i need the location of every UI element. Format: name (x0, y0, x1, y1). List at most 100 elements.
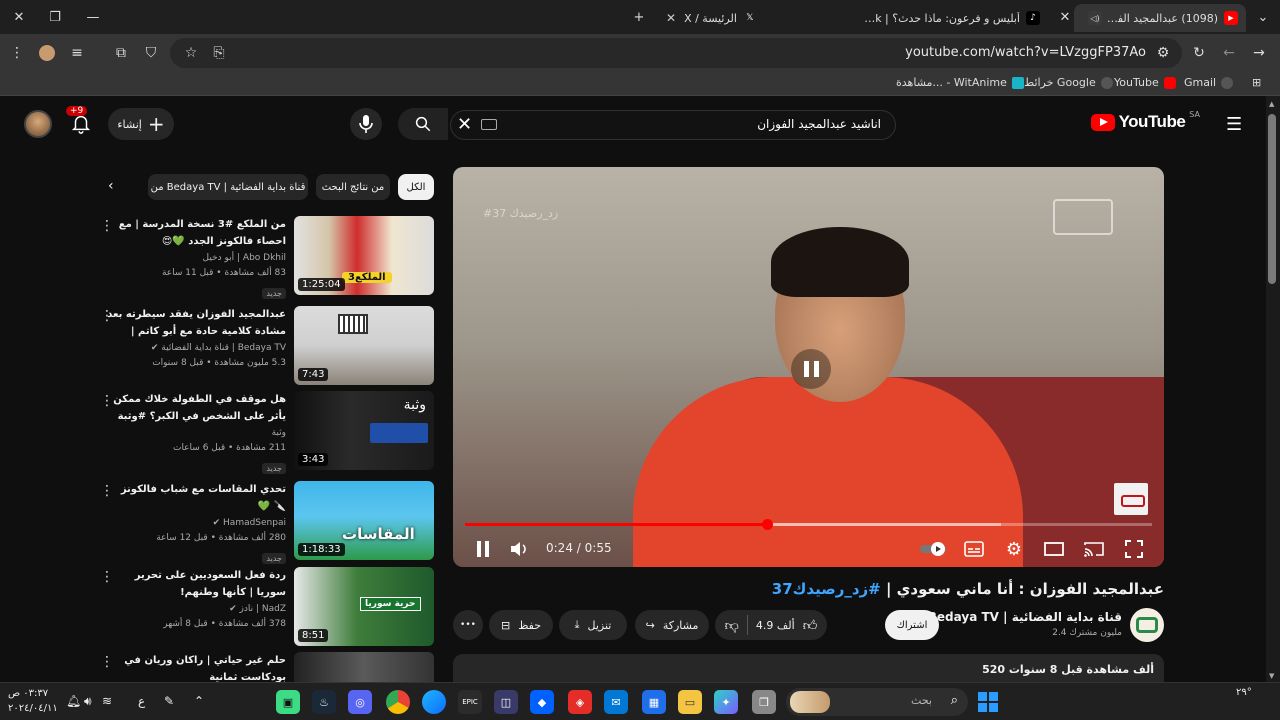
settings-button[interactable]: ⚙ (1001, 537, 1027, 561)
dislike-icon[interactable]: 👎︎ (725, 617, 739, 634)
download-button[interactable]: ⤓ تنزيل (559, 610, 627, 640)
site-settings-icon[interactable]: ⚙ (1152, 42, 1174, 64)
voice-search-button[interactable] (350, 108, 382, 140)
progress-bar[interactable] (465, 519, 1152, 530)
window-close-icon[interactable]: ✕ (0, 0, 38, 34)
window-minimize-icon[interactable]: — (74, 0, 112, 34)
center-pause-icon[interactable] (791, 349, 831, 389)
reading-list-icon[interactable]: ≡ (66, 42, 88, 64)
more-vert-icon[interactable]: ⋮ (100, 654, 114, 670)
outlook-icon[interactable]: ✉ (604, 690, 628, 714)
list-item[interactable]: الملكع3 1:25:04 من الملكع #3 نسخة المدرس… (96, 216, 436, 299)
language-indicator[interactable]: ع (138, 694, 145, 708)
video-thumbnail[interactable]: حرية سوريا 8:51 (294, 567, 434, 646)
list-item[interactable]: 7:43 عبدالمجيد الفوزان يفقد سيطرته بعد م… (96, 306, 436, 386)
browser-menu-icon[interactable]: ⋮ (6, 42, 28, 64)
video-thumbnail[interactable]: المقاسات 1:18:33 (294, 481, 434, 560)
discord-icon[interactable]: ◎ (348, 690, 372, 714)
more-vert-icon[interactable]: ⋮ (100, 393, 114, 409)
audio-playing-icon[interactable]: ◁) (1088, 11, 1102, 25)
more-vert-icon[interactable]: ⋮ (100, 308, 114, 324)
forward-arrow-icon[interactable]: ← (1218, 42, 1240, 64)
tab-tiktok[interactable]: أبليس و فرعون: ماذا حدث؟ | TikTok ♪ (852, 4, 1048, 32)
windows-start-icon[interactable] (976, 690, 1000, 714)
system-clock[interactable]: ٠٣:٣٧ ص ٢٠٢٤/٠٤/١١ (8, 686, 58, 716)
autoplay-toggle[interactable] (919, 537, 949, 561)
more-actions-button[interactable]: ••• (453, 610, 483, 640)
edge-icon[interactable] (422, 690, 446, 714)
more-vert-icon[interactable]: ⋮ (100, 483, 114, 499)
notification-icon[interactable]: 🔔︎ (66, 694, 81, 708)
window-restore-icon[interactable]: ❐ (36, 0, 74, 34)
red-app-icon[interactable]: ◈ (568, 690, 592, 714)
channel-name[interactable]: قناة بداية الفضائية | Bedaya TV ✔ (914, 610, 1122, 624)
theater-mode-button[interactable] (1041, 537, 1067, 561)
pause-button[interactable] (470, 537, 496, 561)
copilot-icon[interactable]: ✦ (714, 690, 738, 714)
subtitles-button[interactable] (961, 537, 987, 561)
reload-icon[interactable]: ↻ (1188, 42, 1210, 64)
more-vert-icon[interactable]: ⋮ (100, 218, 114, 234)
scrollbar-thumb[interactable] (1268, 114, 1276, 284)
save-button[interactable]: ⊟ حفظ (489, 610, 553, 640)
weather-widget[interactable]: ٢٩° (1236, 687, 1252, 698)
install-app-icon[interactable]: ⎘ (208, 42, 230, 64)
chip-channel[interactable]: من Bedaya TV | قناة بداية الفضائية (148, 174, 308, 200)
search-button[interactable] (398, 108, 448, 140)
extensions-icon[interactable]: ⧉ (110, 42, 132, 64)
bookmark-google-maps[interactable]: خرائط Google (1024, 76, 1113, 89)
bookmark-gmail[interactable]: Gmail (1184, 76, 1234, 89)
epic-games-icon[interactable]: EPIC (458, 690, 482, 714)
store-icon[interactable]: ▦ (642, 690, 666, 714)
video-player[interactable]: #زد_رصيدك 37 0:24 / 0:55 ⚙ (453, 167, 1164, 567)
android-app-icon[interactable]: ▣ (276, 690, 300, 714)
page-scrollbar[interactable]: ▲ ▼ (1266, 96, 1280, 682)
pen-icon[interactable]: ✎ (164, 694, 174, 708)
share-button[interactable]: ↪ مشاركة (635, 610, 709, 640)
cast-button[interactable] (1081, 537, 1107, 561)
mute-button[interactable] (506, 537, 532, 561)
list-item[interactable]: حلم غير حياتي | راكان وريان في بودكاست ث… (96, 652, 436, 682)
bookmark-witanime[interactable]: مشاهدة... - WitAnime (896, 76, 1024, 89)
search-input[interactable]: اناشيد عبدالمجيد الفوزان ✕ (450, 110, 896, 140)
chrome-icon[interactable] (386, 690, 410, 714)
subscribe-button[interactable]: اشتراك (885, 610, 939, 640)
youtube-logo[interactable]: YouTube SA (1090, 110, 1200, 132)
guide-menu-icon[interactable]: ☰ (1226, 114, 1244, 135)
video-thumbnail[interactable]: 7:43 (294, 306, 434, 385)
dropbox-icon[interactable]: ◆ (530, 690, 554, 714)
shield-icon[interactable]: ⛉ (140, 42, 162, 64)
address-bar[interactable]: ☆ ⎘ youtube.com/watch?v=LVzggFP37Ao ⚙ (170, 38, 1182, 68)
taskbar-search-input[interactable]: بحث ⌕ (786, 688, 968, 716)
clear-search-icon[interactable]: ✕ (457, 114, 472, 135)
account-avatar[interactable] (24, 110, 52, 138)
video-thumbnail[interactable]: الملكع3 1:25:04 (294, 216, 434, 295)
bookmark-star-icon[interactable]: ☆ (180, 42, 202, 64)
task-view-icon[interactable]: ❐ (752, 690, 776, 714)
fullscreen-button[interactable] (1121, 537, 1147, 561)
video-thumbnail[interactable] (294, 652, 434, 682)
like-count[interactable]: 4.9 ألف (756, 619, 795, 632)
like-icon[interactable]: 👍︎ (803, 617, 818, 634)
create-button[interactable]: إنشاء + (108, 108, 174, 140)
steam-icon[interactable]: ♨ (312, 690, 336, 714)
keyboard-icon[interactable] (481, 119, 497, 130)
profile-avatar[interactable] (36, 42, 58, 64)
tab-search-chevron-icon[interactable]: ⌄ (1244, 0, 1280, 34)
list-item[interactable]: المقاسات 1:18:33 تحدي المقاسات مع شباب ف… (96, 481, 436, 564)
notifications-button[interactable]: +9 (66, 106, 96, 138)
tray-chevron-icon[interactable]: ⌃ (194, 694, 204, 708)
channel-avatar[interactable] (1130, 608, 1164, 642)
url-text[interactable]: youtube.com/watch?v=LVzggFP37Ao (905, 45, 1146, 60)
wifi-icon[interactable]: ≋ (102, 694, 112, 708)
new-tab-button[interactable]: + (620, 0, 658, 34)
apps-grid-icon[interactable]: ⊞ (1252, 76, 1261, 89)
tab-x[interactable]: ✕ الرئيسة / X 𝕏 (658, 4, 848, 32)
tab-close-icon[interactable]: ✕ (666, 11, 676, 25)
bookmark-youtube[interactable]: YouTube (1114, 76, 1176, 89)
speaker-icon[interactable]: 🔊︎ (84, 694, 92, 709)
video-thumbnail[interactable]: وثبة 3:43 (294, 391, 434, 470)
list-item[interactable]: حرية سوريا 8:51 ردة فعل السعوديين على تح… (96, 567, 436, 647)
hashtag-link[interactable]: #زد_رصيدك37 (772, 580, 881, 598)
list-item[interactable]: وثبة 3:43 هل موقف في الطفولة خلاك ممكن ي… (96, 391, 436, 474)
